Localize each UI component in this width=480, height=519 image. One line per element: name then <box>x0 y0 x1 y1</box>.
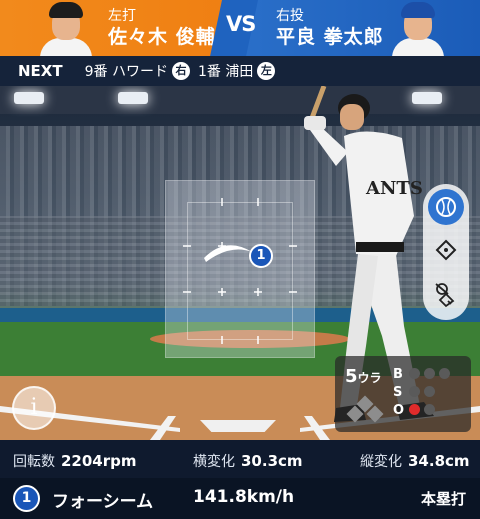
vertical-break-label: 縦変化 <box>360 454 402 470</box>
ball-light <box>409 368 420 379</box>
outs-label: O <box>393 403 405 418</box>
pitcher-name: 平良 拳太郎 <box>276 26 384 48</box>
batter-name: 佐々木 俊輔 <box>108 26 216 48</box>
svg-text:ANTS: ANTS <box>365 178 423 199</box>
balls-label: B <box>393 367 403 382</box>
pitch-number-badge: 1 <box>13 485 40 512</box>
bso-labels: B S O <box>393 366 404 420</box>
vs-label: VS <box>226 12 256 36</box>
ball-track-icon <box>436 197 456 217</box>
strike-light <box>424 386 435 397</box>
vertical-break: 縦変化 34.8cm <box>360 451 470 471</box>
spin-rate-value: 2204rpm <box>61 452 137 470</box>
pitcher-panel: 右投 平良 拳太郎 <box>240 0 480 56</box>
next-label: NEXT <box>18 62 63 80</box>
pitch-location-marker[interactable]: 1 <box>249 244 273 268</box>
count-board: 5ウラ B S O <box>335 356 471 432</box>
ball-light <box>439 368 450 379</box>
batter-avatar <box>40 2 92 56</box>
next-batters-bar: NEXT 9番 ハワード 右 1番 浦田 左 <box>0 56 480 86</box>
field-view-button[interactable] <box>428 232 464 268</box>
strikes-label: S <box>393 385 403 400</box>
inning-number: 5 <box>345 366 358 387</box>
next-batter-2: 1番 浦田 左 <box>197 61 276 81</box>
out-light <box>409 404 420 415</box>
pitch-speed: 141.8km/h <box>193 487 295 507</box>
field-icon <box>435 239 457 261</box>
inning-half: ウラ <box>357 371 382 385</box>
ball-light <box>424 368 435 379</box>
pitch-view: 1 ANTS i 5ウラ B S O <box>0 86 480 440</box>
inning-indicator: 5ウラ <box>345 366 382 387</box>
fielder-icon <box>435 283 455 308</box>
pitch-summary[interactable]: 1 フォーシーム 141.8km/h 本塁打 <box>0 478 480 519</box>
spin-rate: 回転数 2204rpm <box>13 451 137 471</box>
next-batter-1: 9番 ハワード 右 <box>85 61 190 81</box>
info-icon: i <box>30 395 38 420</box>
pitch-result: 本塁打 <box>420 490 466 508</box>
fielder-view-button[interactable] <box>428 276 464 312</box>
next-batter-2-order: 1番 浦田 <box>197 64 254 80</box>
horizontal-break-value: 30.3cm <box>241 452 303 470</box>
info-button[interactable]: i <box>12 386 56 430</box>
horizontal-break-label: 横変化 <box>193 454 235 470</box>
spin-rate-label: 回転数 <box>13 454 55 470</box>
pitch-trajectory <box>204 245 252 262</box>
pitcher-avatar <box>392 2 444 56</box>
next-batter-1-side: 右 <box>171 62 190 80</box>
matchup-header: 左打 佐々木 俊輔 右投 平良 拳太郎 VS <box>0 0 480 56</box>
batter-panel: 左打 佐々木 俊輔 <box>0 0 240 56</box>
strike-light <box>409 386 420 397</box>
next-batter-1-order: 9番 ハワード <box>84 64 168 80</box>
next-batter-2-side: 左 <box>257 62 276 80</box>
horizontal-break: 横変化 30.3cm <box>193 451 303 471</box>
pitch-metrics: 回転数 2204rpm 横変化 30.3cm 縦変化 34.8cm <box>0 440 480 478</box>
ball-track-button[interactable] <box>428 189 464 225</box>
vertical-break-value: 34.8cm <box>408 452 470 470</box>
pitch-type: フォーシーム <box>52 492 154 512</box>
view-tool-rail <box>423 184 469 320</box>
base-runners <box>346 395 384 423</box>
out-light <box>424 404 435 415</box>
